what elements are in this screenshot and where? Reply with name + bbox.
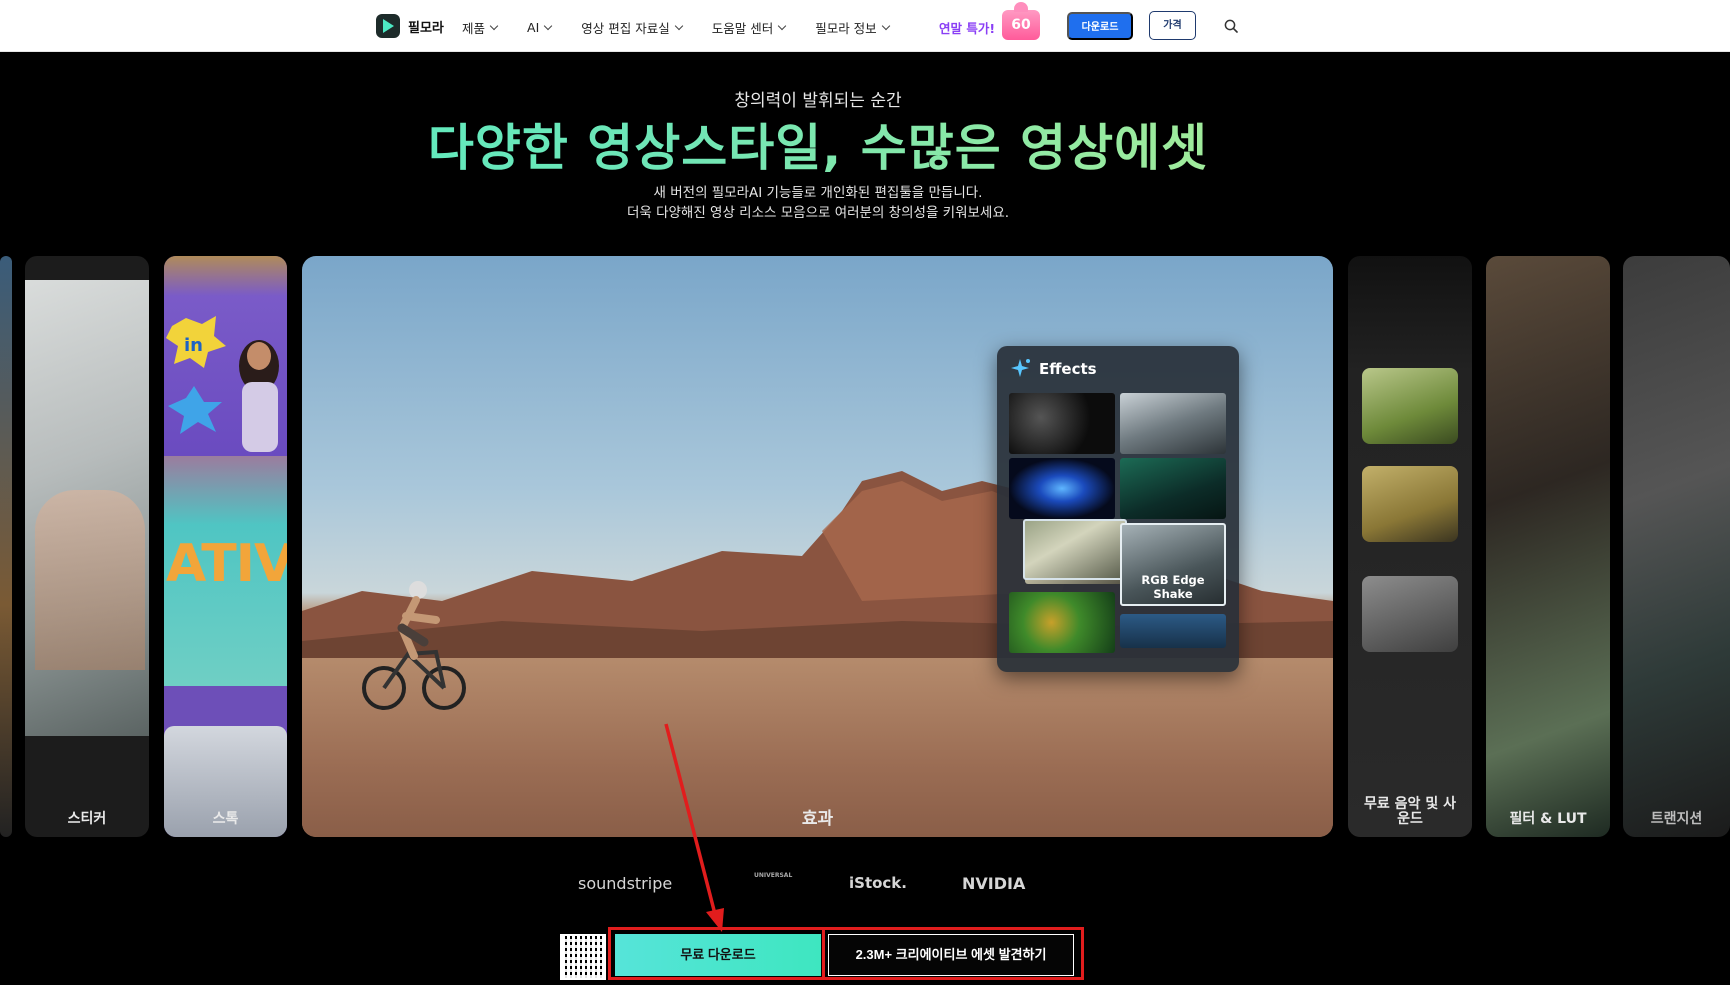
search-icon[interactable] — [1224, 19, 1238, 33]
annotation-highlight-divider — [822, 927, 825, 980]
card-label: 스티커 — [67, 811, 107, 827]
social-stickers-image: in — [166, 316, 279, 452]
soundstripe-logo: soundstripe — [578, 874, 673, 893]
menu-item-help-center[interactable]: 도움말 센터 — [711, 18, 787, 37]
menu-item-products[interactable]: 제품 — [462, 18, 499, 37]
chevron-down-icon — [674, 21, 683, 31]
promo-link[interactable]: 연말 특가! — [939, 18, 995, 37]
annotation-highlight-box — [608, 927, 1084, 980]
effects-panel-title: Effects — [1039, 360, 1097, 378]
card-image — [1362, 576, 1458, 652]
effect-thumb-highlighted[interactable]: RGB Edge Shake — [1120, 523, 1226, 606]
chevron-down-icon — [544, 21, 553, 31]
effect-thumb[interactable] — [1120, 393, 1226, 454]
filmora-logo-icon — [376, 14, 400, 38]
menu-item-label: 영상 편집 자료실 — [581, 21, 670, 36]
carousel-card-transitions[interactable]: 트랜지션 — [1623, 256, 1730, 837]
effect-thumb[interactable] — [1009, 458, 1115, 519]
effect-thumb[interactable] — [1120, 614, 1226, 648]
card-label: 무료 음악 및 사운드 — [1364, 796, 1456, 827]
cyclist-image — [362, 581, 466, 710]
effect-thumb-caption: RGB Edge Shake — [1141, 573, 1205, 601]
card-image — [1362, 368, 1458, 444]
nvidia-logo: NVIDIA — [962, 874, 1026, 893]
universal-logo: UNIVERSAL — [754, 872, 793, 879]
menu-item-label: 필모라 정보 — [815, 21, 877, 36]
chevron-down-icon — [777, 21, 787, 31]
carousel-card-filters[interactable]: 필터 & LUT — [1486, 256, 1610, 837]
brand-name: 필모라 — [408, 20, 444, 36]
card-image — [1362, 466, 1458, 542]
hero-subtitle-line1: 새 버전의 필모라AI 기능들로 개인화된 편집툴을 만듭니다. — [653, 185, 983, 201]
carousel-card-edge[interactable] — [0, 256, 12, 837]
chevron-down-icon — [489, 21, 499, 31]
effect-thumb[interactable] — [1009, 592, 1115, 653]
carousel-card-stickers[interactable]: 스티커 — [25, 256, 149, 837]
main-menu: 제품 AI 영상 편집 자료실 도움말 센터 필모라 정보 — [462, 18, 919, 37]
hero-subtitle-line2: 더욱 다양해진 영상 리소스 모음으로 여러분의 창의성을 키워보세요. — [626, 205, 1010, 221]
effects-panel: Effects RGB Edge Shake — [997, 346, 1239, 672]
card-image — [25, 280, 149, 736]
nav-download-button[interactable]: 다운로드 — [1067, 12, 1133, 40]
hero-headline: 다양한 영상스타일, 수많은 영상에셋 — [0, 108, 1636, 180]
card-label: 스톡 — [212, 811, 239, 827]
creative-text-graphic: ATIV — [166, 534, 287, 594]
chevron-down-icon — [881, 21, 890, 31]
menu-item-label: 도움말 센터 — [711, 21, 774, 36]
menu-item-ai[interactable]: AI — [527, 18, 553, 37]
istock-logo: iStock. — [849, 874, 907, 892]
carousel-card-stock[interactable]: in ATIV 스톡 — [164, 256, 287, 837]
top-nav: 필모라 제품 AI 영상 편집 자료실 도움말 센터 필모라 정보 연말 특가!… — [0, 0, 1730, 52]
promo-badge[interactable]: 60 — [1002, 2, 1040, 40]
menu-item-label: AI — [527, 20, 540, 35]
effect-thumb[interactable] — [1009, 393, 1115, 454]
brand[interactable]: 필모라 — [376, 14, 444, 38]
qr-code[interactable] — [560, 934, 606, 980]
effect-thumb[interactable] — [1023, 519, 1127, 580]
menu-item-resources[interactable]: 영상 편집 자료실 — [581, 18, 683, 37]
card-label: 효과 — [801, 809, 834, 829]
menu-item-label: 제품 — [462, 21, 486, 36]
menu-item-about[interactable]: 필모라 정보 — [815, 18, 890, 37]
effect-thumb[interactable] — [1120, 458, 1226, 519]
card-label: 필터 & LUT — [1509, 811, 1587, 827]
carousel-card-music[interactable]: 무료 음악 및 사운드 — [1348, 256, 1472, 837]
card-label: 트랜지션 — [1650, 811, 1703, 827]
nav-price-button[interactable]: 가격 — [1149, 11, 1196, 40]
sticker-text-in: in — [184, 335, 203, 356]
sparkle-icon — [1011, 359, 1030, 377]
